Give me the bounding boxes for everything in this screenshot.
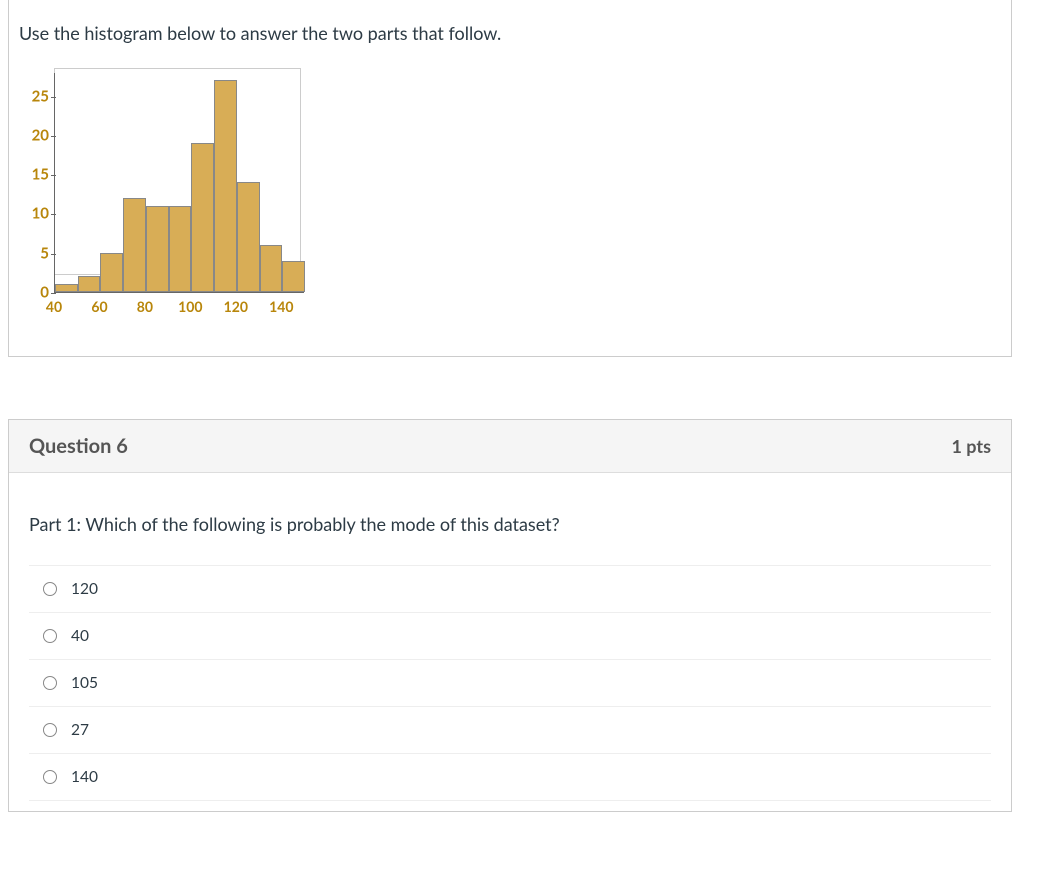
- histogram-bar: [282, 261, 305, 292]
- option-label: 140: [71, 768, 98, 786]
- x-tick-label: 80: [137, 298, 153, 315]
- answer-option[interactable]: 140: [29, 753, 991, 801]
- y-tick-label: 25: [19, 89, 49, 104]
- radio-icon[interactable]: [43, 676, 57, 690]
- y-tick-mark: [51, 136, 56, 137]
- histogram-bar: [78, 276, 101, 292]
- question-text: Part 1: Which of the following is probab…: [29, 513, 991, 535]
- option-label: 27: [71, 721, 89, 739]
- answer-option[interactable]: 105: [29, 659, 991, 706]
- question-panel: Question 6 1 pts Part 1: Which of the fo…: [8, 419, 1012, 812]
- y-tick-label: 10: [19, 207, 49, 222]
- y-tick-mark: [51, 175, 56, 176]
- histogram-bar: [146, 206, 169, 292]
- radio-icon[interactable]: [43, 770, 57, 784]
- histogram-bar: [214, 80, 237, 292]
- y-tick-label: 20: [19, 128, 49, 143]
- y-tick-mark: [51, 97, 56, 98]
- instruction-text: Use the histogram below to answer the tw…: [19, 22, 1001, 44]
- y-tick-mark: [51, 214, 56, 215]
- histogram-bar: [191, 143, 214, 292]
- x-tick-label: 100: [178, 298, 202, 315]
- option-label: 40: [71, 627, 89, 645]
- answer-option[interactable]: 40: [29, 612, 991, 659]
- radio-icon[interactable]: [43, 582, 57, 596]
- histogram-bar: [123, 198, 146, 292]
- question-title: Question 6: [29, 434, 128, 458]
- histogram-bar: [260, 245, 283, 292]
- question-points: 1 pts: [951, 435, 991, 457]
- option-label: 105: [71, 674, 98, 692]
- histogram-bar: [55, 284, 78, 292]
- option-label: 120: [71, 580, 98, 598]
- x-tick-label: 40: [46, 298, 62, 315]
- x-tick-label: 120: [224, 298, 248, 315]
- y-tick-label: 5: [19, 246, 49, 261]
- answer-option[interactable]: 120: [29, 565, 991, 612]
- y-tick-mark: [51, 293, 56, 294]
- y-tick-label: 15: [19, 168, 49, 183]
- question-header: Question 6 1 pts: [9, 420, 1011, 473]
- radio-icon[interactable]: [43, 629, 57, 643]
- y-tick-label: 0: [19, 286, 49, 301]
- x-tick-label: 140: [269, 298, 293, 315]
- chart-plot-area: [54, 73, 304, 293]
- context-panel: Use the histogram below to answer the tw…: [8, 0, 1012, 357]
- radio-icon[interactable]: [43, 723, 57, 737]
- x-tick-label: 60: [91, 298, 107, 315]
- histogram-chart: 0 5 10 15 20 25 40 60 80 100 120 140: [19, 68, 299, 328]
- histogram-bar: [237, 182, 260, 292]
- histogram-bar: [100, 253, 123, 292]
- answer-option[interactable]: 27: [29, 706, 991, 753]
- y-tick-mark: [51, 254, 56, 255]
- question-body: Part 1: Which of the following is probab…: [9, 473, 1011, 811]
- options-list: 120 40 105 27 140: [29, 565, 991, 801]
- histogram-bar: [169, 206, 192, 292]
